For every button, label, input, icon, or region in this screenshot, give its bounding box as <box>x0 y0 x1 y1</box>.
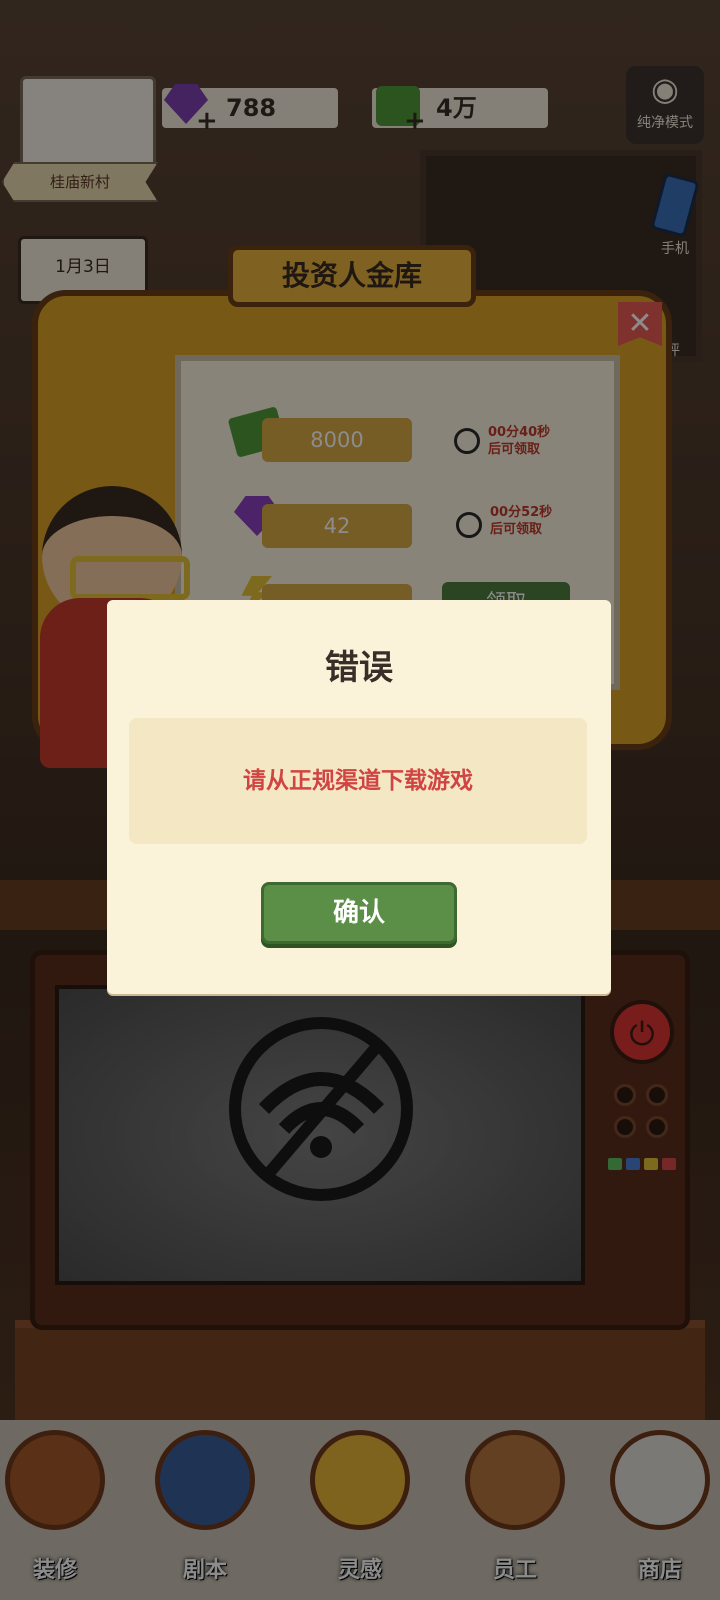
error-dialog: 错误 请从正规渠道下载游戏 确认 <box>107 600 611 994</box>
dialog-title: 错误 <box>325 648 393 688</box>
confirm-button[interactable]: 确认 <box>261 882 457 944</box>
dialog-message: 请从正规渠道下载游戏 <box>243 768 473 794</box>
dialog-message-box: 请从正规渠道下载游戏 <box>129 718 587 844</box>
